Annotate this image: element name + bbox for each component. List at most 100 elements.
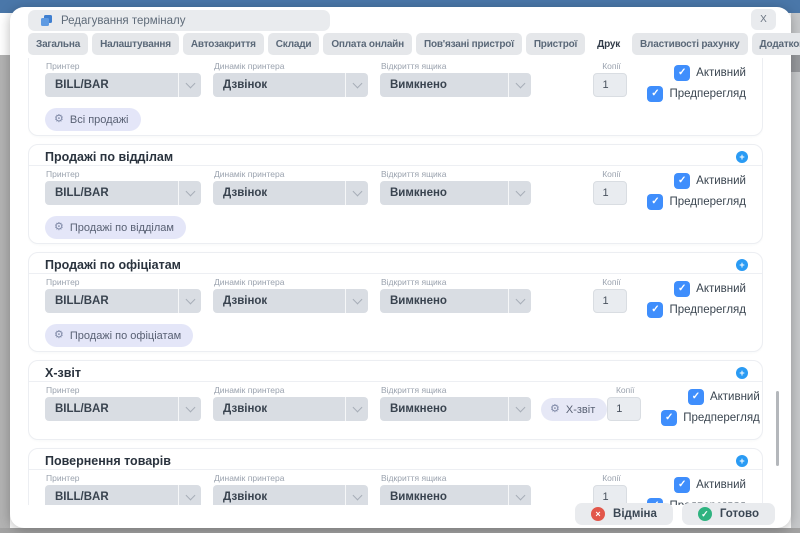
screen: Редагування терміналу X Загальна Налашту… <box>0 0 800 533</box>
close-button[interactable]: X <box>751 9 776 30</box>
copies-input[interactable] <box>593 485 627 505</box>
active-checkbox[interactable]: ✓ <box>674 477 690 493</box>
drawer-label: Відкриття ящика <box>381 278 531 287</box>
badge-row: ⚙ Продажі по відділам <box>29 216 762 243</box>
add-circle-icon[interactable]: + <box>736 259 748 271</box>
speaker-select[interactable]: Дзвінок <box>213 289 368 313</box>
active-checkbox-label: Активний <box>696 283 746 295</box>
section-header: X-звіт + <box>29 361 762 381</box>
background-left-strip <box>0 55 10 528</box>
drawer-label: Відкриття ящика <box>381 170 531 179</box>
gear-icon: ⚙ <box>54 222 64 233</box>
preview-checkbox-label: Предперегляд <box>669 88 746 100</box>
preview-checkbox-row: ✓ Предперегляд <box>661 410 760 426</box>
printer-select[interactable]: BILL/BAR <box>45 289 201 313</box>
copies-field: Копії <box>593 170 629 205</box>
speaker-value: Дзвінок <box>223 79 267 91</box>
speaker-select[interactable]: Дзвінок <box>213 397 368 421</box>
speaker-label: Динамік принтера <box>214 278 368 287</box>
cancel-button-label: Відміна <box>613 508 657 520</box>
tab-avtozakryttia[interactable]: Автозакриття <box>183 33 264 55</box>
speaker-select[interactable]: Дзвінок <box>213 485 368 505</box>
drawer-label: Відкриття ящика <box>381 474 531 483</box>
speaker-field: Динамік принтера Дзвінок <box>213 170 368 205</box>
printer-value: BILL/BAR <box>55 491 109 503</box>
add-circle-icon[interactable]: + <box>736 367 748 379</box>
checkbox-column: ✓ Активний ✓ Предперегляд <box>647 477 746 505</box>
add-circle-icon[interactable]: + <box>736 455 748 467</box>
cancel-circle-icon: × <box>591 507 605 521</box>
drawer-value: Вимкнено <box>390 491 447 503</box>
add-circle-icon[interactable]: + <box>736 151 748 163</box>
preview-checkbox[interactable]: ✓ <box>647 302 663 318</box>
drawer-select[interactable]: Вимкнено <box>380 485 531 505</box>
printer-label: Принтер <box>46 386 201 395</box>
speaker-value: Дзвінок <box>223 403 267 415</box>
active-checkbox-row: ✓ Активний <box>674 173 746 189</box>
edit-terminal-modal: Редагування терміналу X Загальна Налашту… <box>10 7 791 528</box>
badge-label: X-звіт <box>566 404 595 416</box>
scroll-content: + Принтер BILL/BAR Динамік принтера <box>28 58 763 505</box>
drawer-select[interactable]: Вимкнено <box>380 73 531 97</box>
badge-label: Продажі по офіціатам <box>70 330 181 342</box>
printer-select[interactable]: BILL/BAR <box>45 397 201 421</box>
print-settings-badge[interactable]: ⚙ Продажі по відділам <box>45 216 186 239</box>
active-checkbox[interactable]: ✓ <box>674 281 690 297</box>
preview-checkbox[interactable]: ✓ <box>661 410 677 426</box>
print-settings-badge[interactable]: ⚙ Продажі по офіціатам <box>45 324 193 347</box>
chevron-down-icon <box>508 289 531 313</box>
copies-field: Копії <box>593 474 629 505</box>
cancel-button[interactable]: × Відміна <box>575 503 673 525</box>
speaker-select[interactable]: Дзвінок <box>213 181 368 205</box>
speaker-label: Динамік принтера <box>214 62 368 71</box>
chevron-down-icon <box>345 289 368 313</box>
tab-nalashtuvannia[interactable]: Налаштування <box>92 33 179 55</box>
preview-checkbox[interactable]: ✓ <box>647 86 663 102</box>
tab-dodatkovo[interactable]: Додатково <box>752 33 800 55</box>
speaker-select[interactable]: Дзвінок <box>213 73 368 97</box>
printer-select[interactable]: BILL/BAR <box>45 485 201 505</box>
drawer-value: Вимкнено <box>390 187 447 199</box>
drawer-select[interactable]: Вимкнено <box>380 397 531 421</box>
copies-input[interactable] <box>593 73 627 97</box>
printer-label: Принтер <box>46 62 201 71</box>
speaker-field: Динамік принтера Дзвінок <box>213 474 368 505</box>
speaker-value: Дзвінок <box>223 491 267 503</box>
window-title: Редагування терміналу <box>61 15 185 27</box>
printer-value: BILL/BAR <box>55 403 109 415</box>
active-checkbox[interactable]: ✓ <box>674 65 690 81</box>
chevron-down-icon <box>178 181 201 205</box>
tab-poviazani-prystroi[interactable]: Пов'язані пристрої <box>416 33 522 55</box>
copies-field: Копії <box>593 62 629 97</box>
copies-input[interactable] <box>607 397 641 421</box>
drawer-select[interactable]: Вимкнено <box>380 181 531 205</box>
tab-druk[interactable]: Друк <box>589 33 628 55</box>
print-settings-badge[interactable]: ⚙ X-звіт <box>541 398 607 421</box>
active-checkbox[interactable]: ✓ <box>674 173 690 189</box>
badge-label: Продажі по відділам <box>70 222 174 234</box>
active-checkbox[interactable]: ✓ <box>688 389 704 405</box>
copies-input[interactable] <box>593 181 627 205</box>
check-icon: ✓ <box>678 68 686 78</box>
drawer-field: Відкриття ящика Вимкнено <box>380 170 531 205</box>
window-title-bar: Редагування терміналу <box>28 10 330 31</box>
chevron-down-icon <box>178 289 201 313</box>
vertical-scrollbar-thumb[interactable] <box>776 391 779 466</box>
printer-select[interactable]: BILL/BAR <box>45 181 201 205</box>
copies-input[interactable] <box>593 289 627 313</box>
done-button[interactable]: ✓ Готово <box>682 503 775 525</box>
tab-prystroi[interactable]: Пристрої <box>526 33 585 55</box>
check-icon: ✓ <box>651 197 659 207</box>
drawer-select[interactable]: Вимкнено <box>380 289 531 313</box>
copies-label: Копії <box>593 62 629 71</box>
tab-sklady[interactable]: Склади <box>268 33 320 55</box>
chevron-down-icon <box>508 485 531 505</box>
printer-select[interactable]: BILL/BAR <box>45 73 201 97</box>
print-settings-badge[interactable]: ⚙ Всі продажі <box>45 108 141 131</box>
tab-oplata-onlain[interactable]: Оплата онлайн <box>323 33 412 55</box>
preview-checkbox[interactable]: ✓ <box>647 194 663 210</box>
tab-vlastyvosti-rakhunku[interactable]: Властивості рахунку <box>632 33 747 55</box>
section-product-returns: Повернення товарів + Принтер BILL/BAR Ди… <box>28 448 763 505</box>
tab-zahalna[interactable]: Загальна <box>28 33 88 55</box>
badge-row: ⚙ Продажі по офіціатам <box>29 324 762 351</box>
